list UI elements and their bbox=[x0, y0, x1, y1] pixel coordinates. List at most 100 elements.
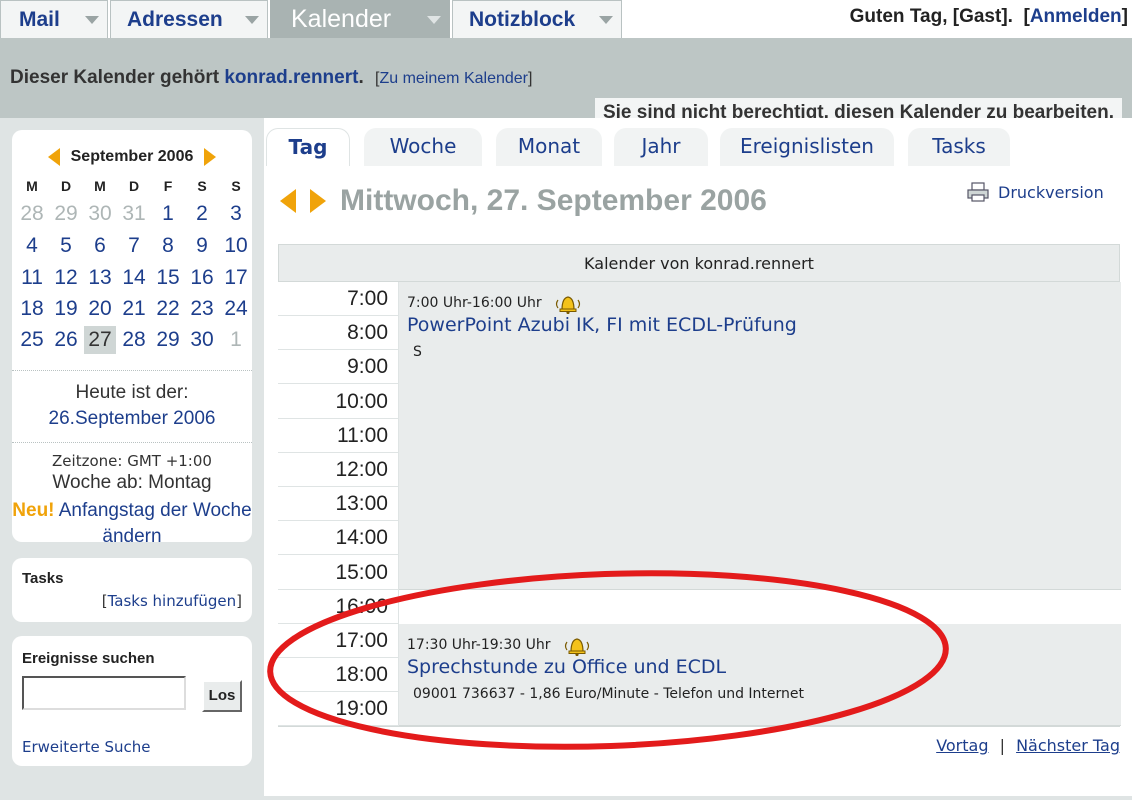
calendar-day[interactable]: 18 bbox=[16, 295, 48, 323]
new-badge: Neu! bbox=[12, 500, 55, 521]
search-input[interactable] bbox=[22, 676, 186, 710]
calendar-day[interactable]: 7 bbox=[118, 232, 150, 260]
calendar-day[interactable]: 15 bbox=[152, 264, 184, 292]
calendar-day[interactable]: 29 bbox=[50, 200, 82, 228]
hour-label: 7:00 bbox=[278, 282, 398, 316]
divider bbox=[12, 370, 252, 371]
calendar-day[interactable]: 24 bbox=[220, 295, 252, 323]
event-description: S bbox=[413, 344, 422, 360]
calendar-day[interactable]: 16 bbox=[186, 264, 218, 292]
previous-month-arrow-icon[interactable] bbox=[48, 148, 61, 166]
tasks-title: Tasks bbox=[22, 570, 64, 587]
event-search-box: Ereignisse suchen Los Erweiterte Suche bbox=[12, 636, 252, 766]
weekday-label: M bbox=[26, 178, 38, 194]
calendar-day[interactable]: 25 bbox=[16, 326, 48, 354]
nav-tab-mail[interactable]: Mail bbox=[0, 0, 108, 38]
tab-woche[interactable]: Woche bbox=[364, 128, 482, 166]
next-month-arrow-icon[interactable] bbox=[203, 148, 216, 166]
chevron-down-icon[interactable] bbox=[245, 16, 259, 24]
event-powerpoint[interactable]: 7:00 Uhr-16:00 Uhr PowerPoint Azubi IK, … bbox=[399, 282, 1121, 590]
add-tasks-link[interactable]: Tasks hinzufügen bbox=[108, 592, 237, 610]
calendar-day[interactable]: 6 bbox=[84, 232, 116, 260]
calendar-day[interactable]: 5 bbox=[50, 232, 82, 260]
calendar-column-header: Kalender von konrad.rennert bbox=[278, 244, 1120, 282]
calendar-day[interactable]: 1 bbox=[152, 200, 184, 228]
calendar-day[interactable]: 3 bbox=[220, 200, 252, 228]
my-calendar-link-wrapper: [Zu meinem Kalender] bbox=[375, 70, 533, 87]
calendar-day[interactable]: 20 bbox=[84, 295, 116, 323]
top-navigation: Mail Adressen Kalender Notizblock Guten … bbox=[0, 0, 1132, 38]
calendar-day[interactable]: 22 bbox=[152, 295, 184, 323]
calendar-day[interactable]: 8 bbox=[152, 232, 184, 260]
day-title: Mittwoch, 27. September 2006 bbox=[340, 184, 767, 217]
user-greeting: Guten Tag, [Gast]. [Anmelden] bbox=[849, 6, 1128, 27]
calendar-day[interactable]: 10 bbox=[220, 232, 252, 260]
mini-calendar-month: September 2006 bbox=[70, 148, 194, 166]
footer-border bbox=[264, 796, 1132, 800]
calendar-day[interactable]: 2 bbox=[186, 200, 218, 228]
next-day-arrow-icon[interactable] bbox=[310, 189, 326, 213]
calendar-day[interactable]: 9 bbox=[186, 232, 218, 260]
change-week-start-link[interactable]: Anfangstag der Woche ändern bbox=[59, 500, 252, 547]
greeting-text: Guten Tag, [Gast]. bbox=[849, 6, 1013, 27]
tab-monat[interactable]: Monat bbox=[496, 128, 602, 166]
hour-label: 13:00 bbox=[278, 487, 398, 522]
event-title[interactable]: PowerPoint Azubi IK, FI mit ECDL-Prüfung bbox=[407, 314, 797, 336]
hour-label: 9:00 bbox=[278, 350, 398, 385]
login-link[interactable]: Anmelden bbox=[1030, 6, 1122, 27]
calendar-day[interactable]: 23 bbox=[186, 295, 218, 323]
today-label: Heute ist der: bbox=[75, 382, 189, 403]
grid-bottom-line bbox=[278, 726, 1120, 727]
calendar-day[interactable]: 27 bbox=[84, 326, 116, 354]
add-tasks-wrapper: [Tasks hinzufügen] bbox=[101, 592, 242, 610]
tab-tag[interactable]: Tag bbox=[266, 128, 350, 166]
calendar-day[interactable]: 28 bbox=[118, 326, 150, 354]
nav-tab-adressen[interactable]: Adressen bbox=[110, 0, 268, 38]
calendar-day[interactable]: 17 bbox=[220, 264, 252, 292]
change-week-start: Neu! Anfangstag der Woche ändern bbox=[12, 498, 252, 550]
day-title-bar: Mittwoch, 27. September 2006 bbox=[280, 184, 767, 218]
weekday-label: M bbox=[94, 178, 106, 194]
calendar-day[interactable]: 30 bbox=[186, 326, 218, 354]
tab-jahr[interactable]: Jahr bbox=[614, 128, 708, 166]
calendar-day[interactable]: 26 bbox=[50, 326, 82, 354]
previous-day-arrow-icon[interactable] bbox=[280, 189, 296, 213]
chevron-down-icon[interactable] bbox=[427, 16, 441, 24]
hour-label: 10:00 bbox=[278, 384, 398, 419]
week-start-info: Woche ab: Montag bbox=[52, 472, 212, 493]
nav-tab-kalender[interactable]: Kalender bbox=[270, 0, 450, 38]
print-version-link[interactable]: Druckversion bbox=[966, 182, 1104, 202]
calendar-day[interactable]: 1 bbox=[220, 326, 252, 354]
event-column: 7:00 Uhr-16:00 Uhr PowerPoint Azubi IK, … bbox=[398, 282, 1121, 726]
calendar-day[interactable]: 11 bbox=[16, 264, 48, 292]
owner-suffix: . bbox=[358, 67, 364, 88]
event-description: 09001 736637 - 1,86 Euro/Minute - Telefo… bbox=[413, 686, 805, 702]
calendar-day[interactable]: 14 bbox=[118, 264, 150, 292]
calendar-day[interactable]: 19 bbox=[50, 295, 82, 323]
calendar-day[interactable]: 30 bbox=[84, 200, 116, 228]
event-sprechstunde[interactable]: 17:30 Uhr-19:30 Uhr Sprechstunde zu Offi… bbox=[399, 624, 1121, 726]
calendar-day[interactable]: 4 bbox=[16, 232, 48, 260]
tab-tasks[interactable]: Tasks bbox=[908, 128, 1010, 166]
event-title[interactable]: Sprechstunde zu Office und ECDL bbox=[407, 656, 726, 678]
tab-ereignislisten[interactable]: Ereignislisten bbox=[720, 128, 894, 166]
weekday-label: S bbox=[231, 178, 241, 194]
calendar-day[interactable]: 21 bbox=[118, 295, 150, 323]
calendar-day[interactable]: 13 bbox=[84, 264, 116, 292]
advanced-search-link[interactable]: Erweiterte Suche bbox=[22, 738, 150, 756]
today-link[interactable]: 26.September 2006 bbox=[12, 408, 252, 430]
owner-name[interactable]: konrad.rennert bbox=[224, 67, 358, 88]
pager-separator: | bbox=[999, 736, 1005, 755]
owner-prefix: Dieser Kalender gehört bbox=[10, 67, 220, 88]
next-day-link[interactable]: Nächster Tag bbox=[1016, 736, 1120, 755]
calendar-day[interactable]: 31 bbox=[118, 200, 150, 228]
calendar-day[interactable]: 12 bbox=[50, 264, 82, 292]
calendar-day[interactable]: 29 bbox=[152, 326, 184, 354]
calendar-day[interactable]: 28 bbox=[16, 200, 48, 228]
chevron-down-icon[interactable] bbox=[85, 16, 99, 24]
search-button[interactable]: Los bbox=[202, 680, 242, 712]
previous-day-link[interactable]: Vortag bbox=[936, 736, 988, 755]
nav-tab-notizblock[interactable]: Notizblock bbox=[452, 0, 622, 38]
chevron-down-icon[interactable] bbox=[599, 16, 613, 24]
my-calendar-link[interactable]: Zu meinem Kalender bbox=[379, 70, 528, 87]
